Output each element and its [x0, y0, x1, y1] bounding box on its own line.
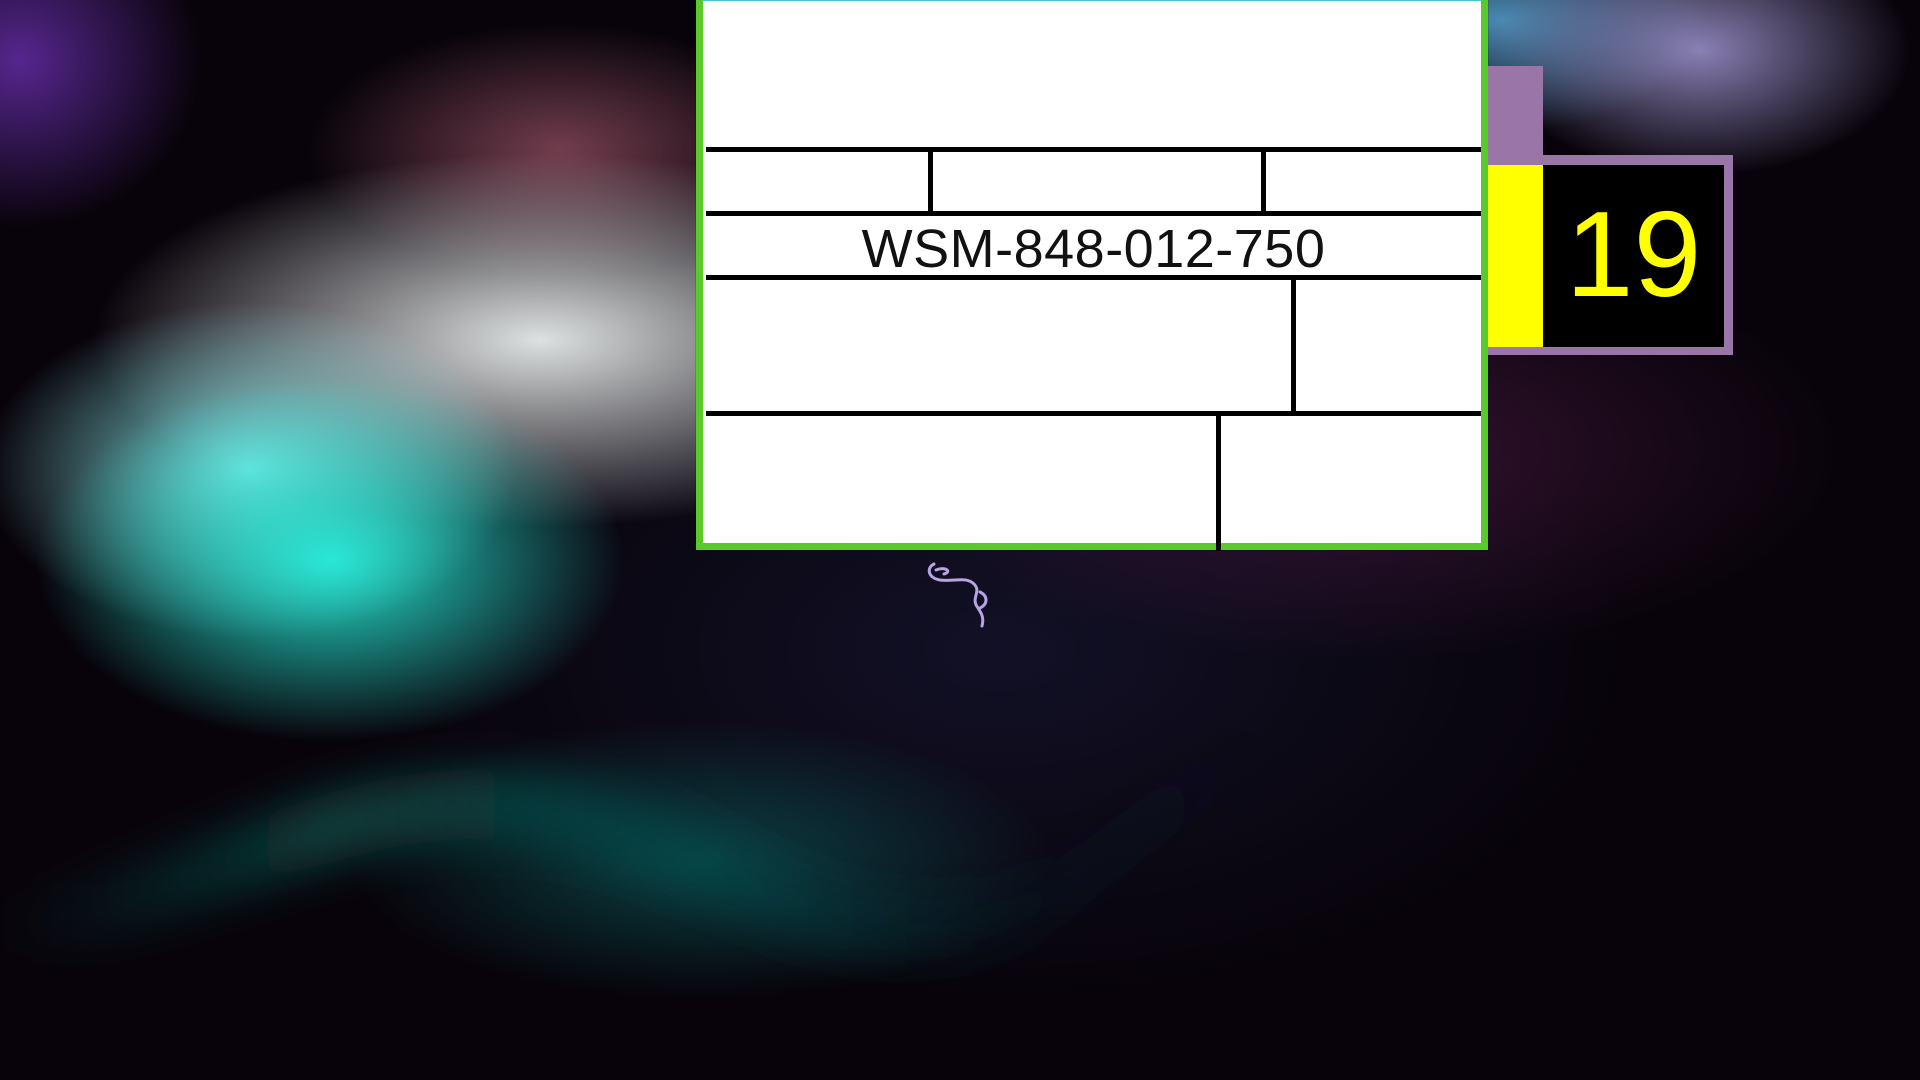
label-row-divider	[706, 147, 1481, 152]
counter-value: 19	[1565, 186, 1702, 322]
label-column-divider	[1291, 275, 1296, 416]
counter-badge-tab	[1488, 66, 1543, 162]
label-row-divider	[706, 411, 1481, 416]
label-form: WSM-848-012-750	[706, 5, 1481, 551]
desktop-background: WSM-848-012-750 19	[0, 0, 1920, 1080]
counter-badge-accent	[1488, 165, 1543, 347]
label-column-divider	[1216, 411, 1221, 551]
counter-badge: 19	[1488, 155, 1733, 355]
part-number-text: WSM-848-012-750	[861, 219, 1326, 279]
counter-badge-panel: 19	[1543, 165, 1724, 347]
label-column-divider	[928, 147, 933, 216]
label-row-divider	[706, 211, 1481, 216]
label-window[interactable]: WSM-848-012-750	[696, 0, 1488, 551]
snake-logo-icon	[927, 562, 988, 628]
label-column-divider	[1261, 147, 1266, 216]
